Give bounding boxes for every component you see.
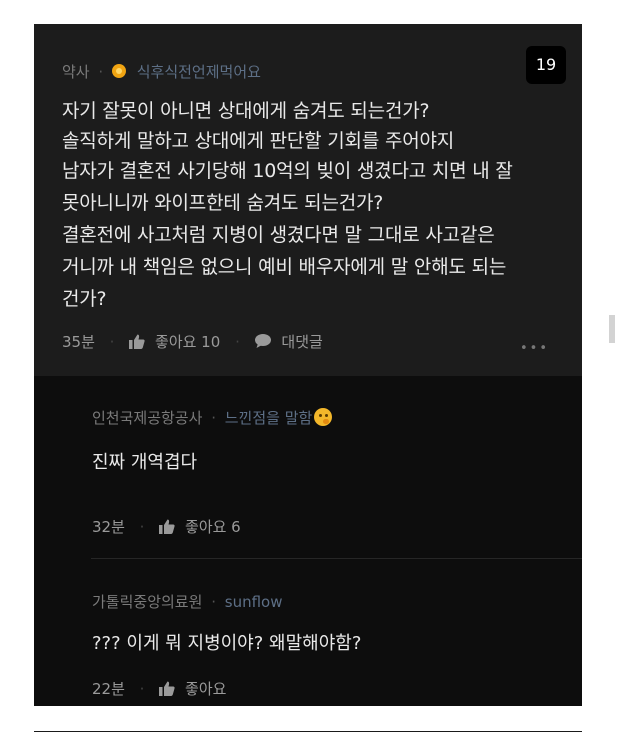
reply-footer: 22분 · 좋아요 <box>92 678 226 699</box>
reply-list: 인천국제공항공사 · 느낀점을 말함 진짜 개역겹다 32분 · 좋아요 6 가… <box>34 376 582 706</box>
reply-meta: 인천국제공항공사 · 느낀점을 말함 <box>92 407 333 428</box>
reply-label: 대댓글 <box>281 333 323 351</box>
comment-body-line: 못아니니까 와이프한테 숨겨도 되는건가? <box>62 192 384 214</box>
reply-author[interactable]: 가톨릭중앙의료원 <box>92 593 202 611</box>
footer-separator: · <box>139 518 145 536</box>
comment-body-line: 거니까 내 책임은 없으니 예비 배우자에게 말 안해도 되는 <box>62 256 507 278</box>
author-nickname[interactable]: 식후식전언제먹어요 <box>137 63 261 81</box>
like-count: 좋아요 6 <box>185 518 241 536</box>
reply-meta: 가톨릭중앙의료원 · sunflow <box>92 591 282 612</box>
thumbs-up-icon <box>159 519 175 534</box>
coin-icon <box>111 64 126 78</box>
author-label[interactable]: 약사 <box>62 63 90 81</box>
comment-body-line: 자기 잘못이 아니면 상대에게 숨겨도 되는건가? <box>62 100 430 122</box>
reply-divider <box>91 558 582 559</box>
comment-number-badge: 19 <box>526 46 566 84</box>
like-count: 좋아요 <box>185 680 227 698</box>
like-button[interactable]: 좋아요 <box>159 680 226 698</box>
reply-text: 진짜 개역겹다 <box>92 452 198 473</box>
meta-separator: · <box>98 63 104 81</box>
footer-separator: · <box>139 680 145 698</box>
scrollbar-handle[interactable] <box>609 315 615 343</box>
comment-panel: 약사 · 식후식전언제먹어요 19 자기 잘못이 아니면 상대에게 숨겨도 되는… <box>34 24 582 706</box>
reply-author[interactable]: 인천국제공항공사 <box>92 409 202 427</box>
thumbs-up-icon <box>159 681 175 696</box>
speech-bubble-icon <box>254 334 271 348</box>
like-button[interactable]: 좋아요 10 <box>129 333 225 351</box>
comment-meta: 약사 · 식후식전언제먹어요 <box>62 61 261 82</box>
reply-button[interactable]: 대댓글 <box>254 333 323 351</box>
reply-nickname[interactable]: 느낀점을 말함 <box>225 409 313 427</box>
reply-time: 32분 <box>92 518 125 536</box>
meta-separator: · <box>211 593 216 611</box>
reply-nickname[interactable]: sunflow <box>225 593 283 611</box>
comment-body-line: 건가? <box>62 288 107 310</box>
thumbs-up-icon <box>129 334 145 349</box>
reply-time: 22분 <box>92 680 125 698</box>
comment-footer: 35분 · 좋아요 10 · 대댓글 <box>62 331 323 352</box>
comment-time: 35분 <box>62 333 95 351</box>
comment-body-line: 결혼전에 사고처럼 지병이 생겼다면 말 그대로 사고같은 <box>62 224 495 246</box>
more-options-icon[interactable]: ••• <box>520 341 549 356</box>
comment-body-line: 남자가 결혼전 사기당해 10억의 빚이 생겼다고 치면 내 잘 <box>62 160 513 182</box>
comment-body-line: 솔직하게 말하고 상대에게 판단할 기회를 주어야지 <box>62 130 455 152</box>
reply-text: ??? 이게 뭐 지병이야? 왜말해야함? <box>92 633 362 654</box>
footer-separator: · <box>235 333 240 351</box>
reply-footer: 32분 · 좋아요 6 <box>92 516 241 537</box>
thinking-face-icon <box>314 408 333 426</box>
like-count: 좋아요 10 <box>155 333 221 351</box>
footer-separator: · <box>109 333 115 351</box>
meta-separator: · <box>211 409 216 427</box>
page-divider <box>34 731 582 732</box>
main-comment: 약사 · 식후식전언제먹어요 19 자기 잘못이 아니면 상대에게 숨겨도 되는… <box>34 24 582 376</box>
like-button[interactable]: 좋아요 6 <box>159 518 241 536</box>
